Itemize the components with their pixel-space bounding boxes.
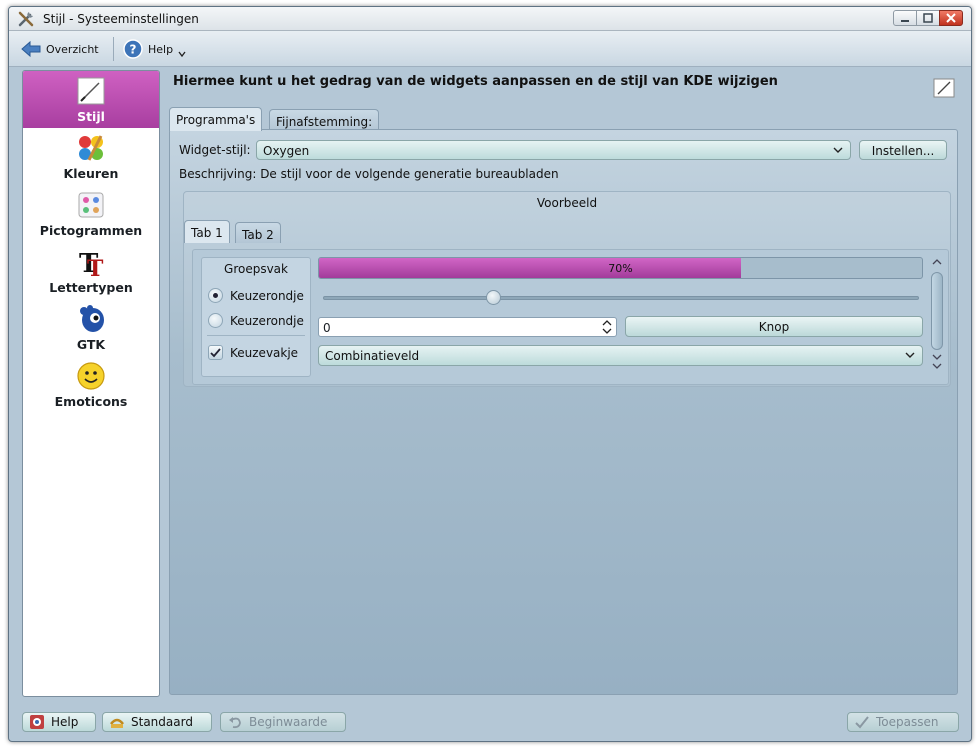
- push-button[interactable]: Knop: [625, 316, 923, 337]
- toolbar: Overzicht ? Help: [9, 31, 971, 67]
- tab-finetune-label: Fijnafstemming:: [276, 115, 373, 129]
- defaults-button-label: Standaard: [131, 715, 193, 729]
- help-button[interactable]: Help: [22, 712, 96, 732]
- configure-button[interactable]: Instellen...: [859, 140, 947, 160]
- radio-label: Keuzerondje: [230, 314, 304, 328]
- help-button-label: Help: [51, 715, 79, 729]
- push-button-label: Knop: [758, 320, 790, 334]
- sidebar-item-label: Emoticons: [54, 394, 128, 409]
- apply-button-label: Toepassen: [876, 715, 939, 729]
- help-icon: [30, 715, 44, 729]
- radio-button[interactable]: [208, 313, 223, 328]
- close-icon: [946, 13, 956, 23]
- window-controls: [893, 10, 963, 26]
- back-arrow-icon: [21, 40, 41, 58]
- radio-label: Keuzerondje: [230, 289, 304, 303]
- sidebar-item-label: Stijl: [77, 109, 105, 124]
- scroll-down-icon[interactable]: [929, 352, 945, 372]
- sidebar-item-icons[interactable]: Pictogrammen: [23, 185, 159, 242]
- icons-icon: [78, 192, 104, 218]
- progress-bar: 70%: [318, 257, 923, 279]
- colors-icon: [79, 135, 103, 161]
- undo-icon: [229, 717, 241, 729]
- sidebar-item-gtk[interactable]: GTK: [23, 299, 159, 356]
- sidebar-item-label: Kleuren: [63, 166, 119, 181]
- tab-preview-2[interactable]: Tab 2: [235, 222, 281, 243]
- tab-preview-1[interactable]: Tab 1: [184, 220, 230, 243]
- overview-label: Overzicht: [46, 42, 99, 56]
- spin-arrows-icon[interactable]: [601, 319, 613, 335]
- fonts-icon: T T: [79, 249, 104, 278]
- category-sidebar: Stijl Kleuren Pictogrammen T T Lettertyp…: [22, 70, 160, 697]
- checkmark-icon: [210, 348, 221, 358]
- chevron-down-icon: [178, 51, 186, 58]
- reset-button[interactable]: Beginwaarde: [220, 712, 346, 732]
- widget-style-select[interactable]: Oxygen: [256, 140, 851, 160]
- sidebar-item-label: Pictogrammen: [39, 223, 143, 238]
- maximize-icon: [923, 13, 933, 23]
- scroll-up-icon[interactable]: [929, 257, 945, 267]
- defaults-button[interactable]: Standaard: [102, 712, 212, 732]
- title-bar[interactable]: Stijl - Systeeminstellingen: [9, 7, 971, 31]
- slider-track[interactable]: [323, 296, 919, 300]
- style-icon: [77, 77, 105, 105]
- preview-title: Voorbeeld: [536, 196, 598, 210]
- maximize-button[interactable]: [916, 10, 940, 26]
- spin-value: 0: [323, 321, 331, 335]
- defaults-icon: [110, 718, 124, 728]
- scrollbar-thumb[interactable]: [931, 272, 943, 350]
- settings-window: Stijl - Systeeminstellingen Overzicht ? …: [8, 6, 972, 742]
- svg-text:T: T: [87, 256, 104, 278]
- overview-button[interactable]: Overzicht: [21, 37, 99, 61]
- gtk-icon: [80, 305, 104, 332]
- tools-icon: [18, 11, 34, 27]
- group-divider: [207, 335, 305, 336]
- minimize-icon: [901, 20, 909, 22]
- tab-programs-label: Programma's: [176, 113, 256, 127]
- close-button[interactable]: [939, 10, 963, 26]
- sidebar-item-label: GTK: [76, 337, 106, 352]
- widget-style-label: Widget-stijl:: [179, 143, 251, 157]
- tab-preview-2-label: Tab 2: [242, 228, 274, 242]
- spin-box[interactable]: 0: [318, 317, 617, 337]
- radio-button-checked[interactable]: [208, 288, 223, 303]
- chevron-down-icon: [905, 352, 915, 358]
- sidebar-item-colors[interactable]: Kleuren: [23, 128, 159, 185]
- style-description: Beschrijving: De stijl voor de volgende …: [179, 167, 559, 181]
- svg-text:?: ?: [130, 43, 137, 57]
- combo-box-value: Combinatieveld: [325, 349, 420, 363]
- configure-label: Instellen...: [871, 144, 935, 158]
- progress-text: 70%: [608, 262, 633, 275]
- tab-preview-1-label: Tab 1: [191, 226, 223, 240]
- checkmark-icon: [855, 716, 869, 729]
- sidebar-item-label: Lettertypen: [49, 280, 133, 295]
- emoticons-icon: [77, 362, 105, 390]
- style-icon: [933, 78, 955, 98]
- reset-button-label: Beginwaarde: [249, 715, 328, 729]
- sidebar-item-fonts[interactable]: T T Lettertypen: [23, 242, 159, 299]
- tab-programs[interactable]: Programma's: [169, 107, 263, 131]
- toolbar-separator: [113, 37, 114, 61]
- checkbox-label: Keuzevakje: [230, 346, 299, 360]
- combo-box[interactable]: Combinatieveld: [318, 345, 923, 366]
- minimize-button[interactable]: [893, 10, 917, 26]
- chevron-down-icon: [833, 147, 843, 153]
- tab-finetune[interactable]: Fijnafstemming:: [269, 109, 380, 131]
- sidebar-item-style[interactable]: Stijl: [23, 71, 159, 128]
- radio-dot: [213, 293, 218, 298]
- page-description: Hiermee kunt u het gedrag van de widgets…: [173, 74, 778, 89]
- help-icon: ?: [123, 39, 143, 59]
- sidebar-item-emoticons[interactable]: Emoticons: [23, 356, 159, 413]
- widget-style-value: Oxygen: [263, 144, 310, 158]
- window-title: Stijl - Systeeminstellingen: [43, 12, 199, 26]
- checkbox[interactable]: [208, 345, 223, 360]
- group-title: Groepsvak: [224, 262, 288, 276]
- help-menu-button[interactable]: ? Help: [123, 37, 187, 61]
- help-label: Help: [148, 42, 174, 56]
- apply-button[interactable]: Toepassen: [847, 712, 959, 732]
